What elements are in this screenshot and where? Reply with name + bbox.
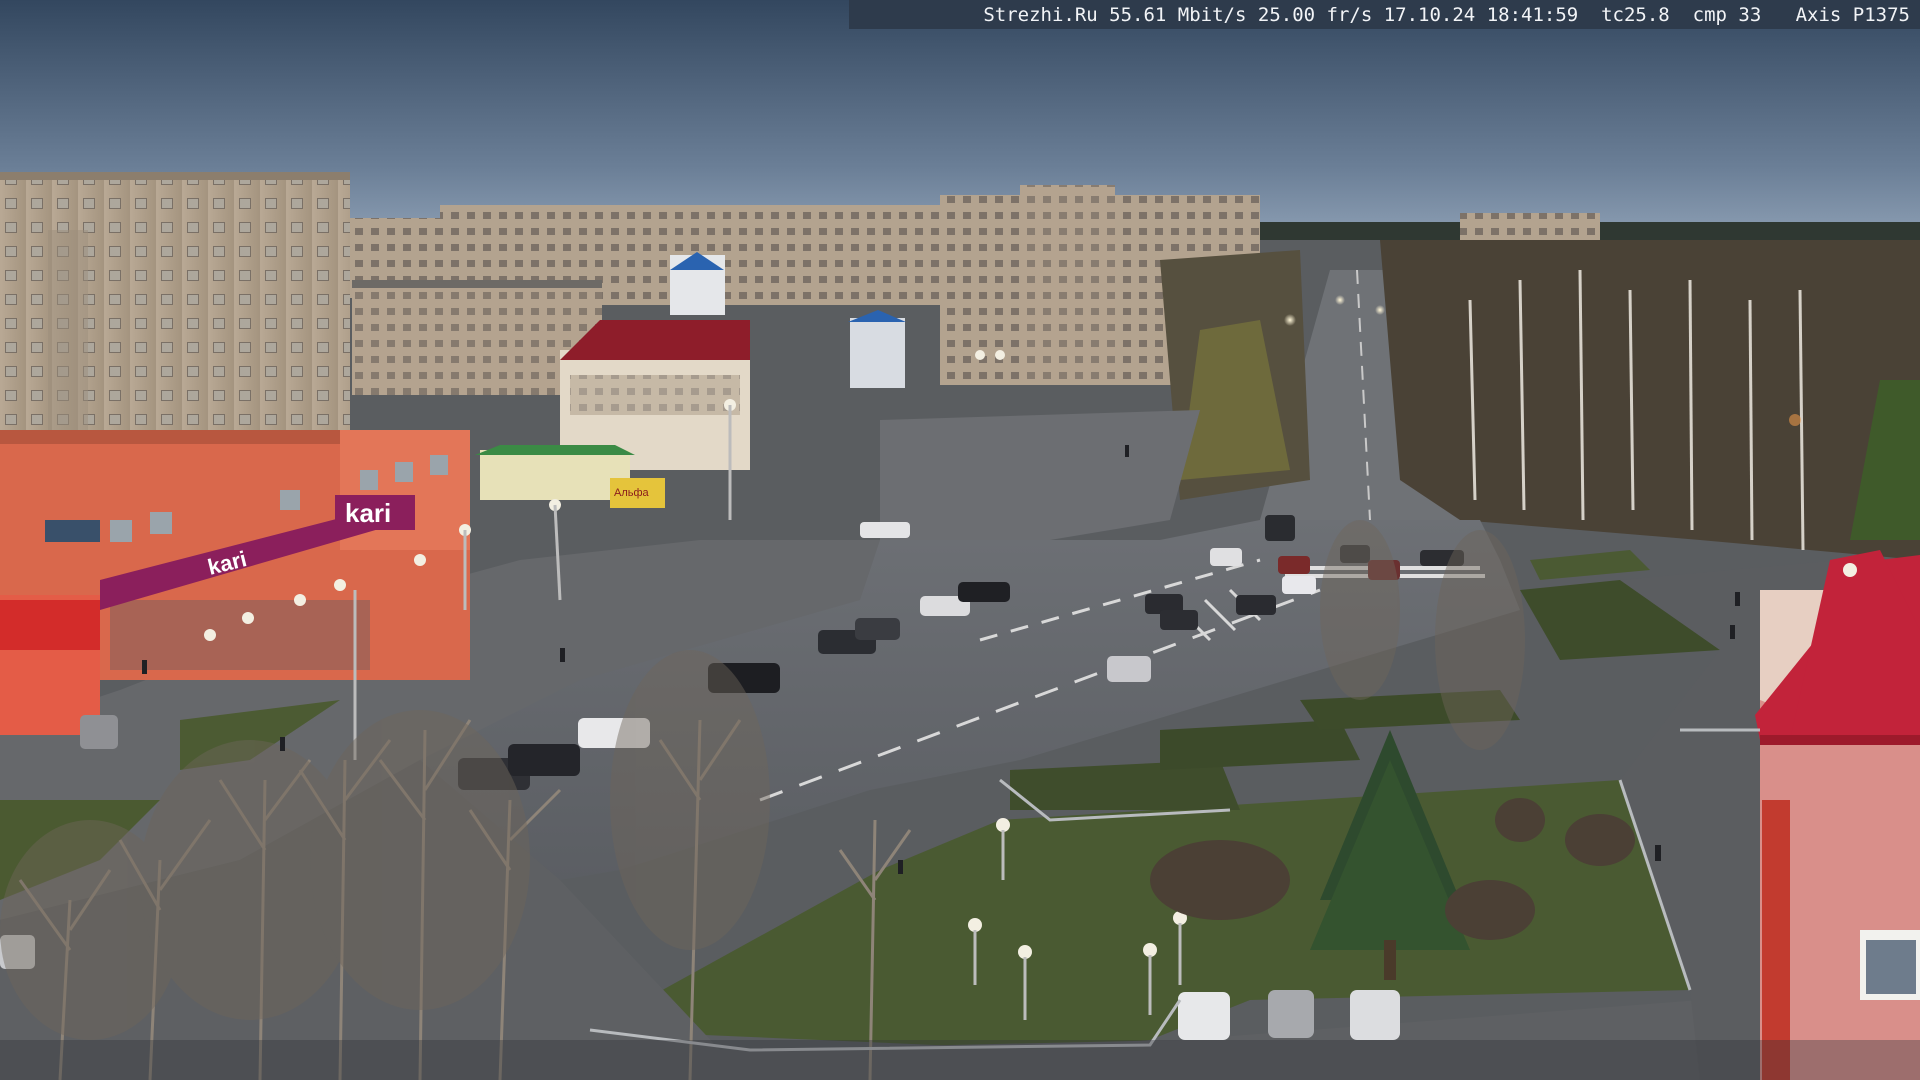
- camera-status-overlay: Strezhi.Ru 55.61 Mbit/s 25.00 fr/s 17.10…: [849, 0, 1920, 29]
- red-roof-tower: [1755, 550, 1920, 1080]
- overlay-cmp: cmp 33: [1692, 4, 1762, 26]
- overlay-time: 18:41:59: [1486, 4, 1579, 26]
- birch-trees-right: [1380, 240, 1920, 560]
- upper-plaza: [880, 410, 1200, 540]
- overlay-bitrate: 55.61 Mbit/s: [1109, 4, 1247, 26]
- overlay-framerate: 25.00 fr/s: [1257, 4, 1373, 26]
- store-sign: kari: [345, 498, 391, 528]
- overlay-camera-model: Axis P1375: [1795, 4, 1910, 26]
- city-square-scene: kari kari Альфа: [0, 0, 1920, 1080]
- overlay-site: Strezhi.Ru: [983, 4, 1098, 26]
- bank-sign: Альфа: [614, 487, 650, 499]
- overlay-tc: tc25.8: [1601, 4, 1670, 26]
- overlay-date: 17.10.24: [1383, 4, 1476, 26]
- camera-frame: kari kari Альфа: [0, 0, 1920, 1080]
